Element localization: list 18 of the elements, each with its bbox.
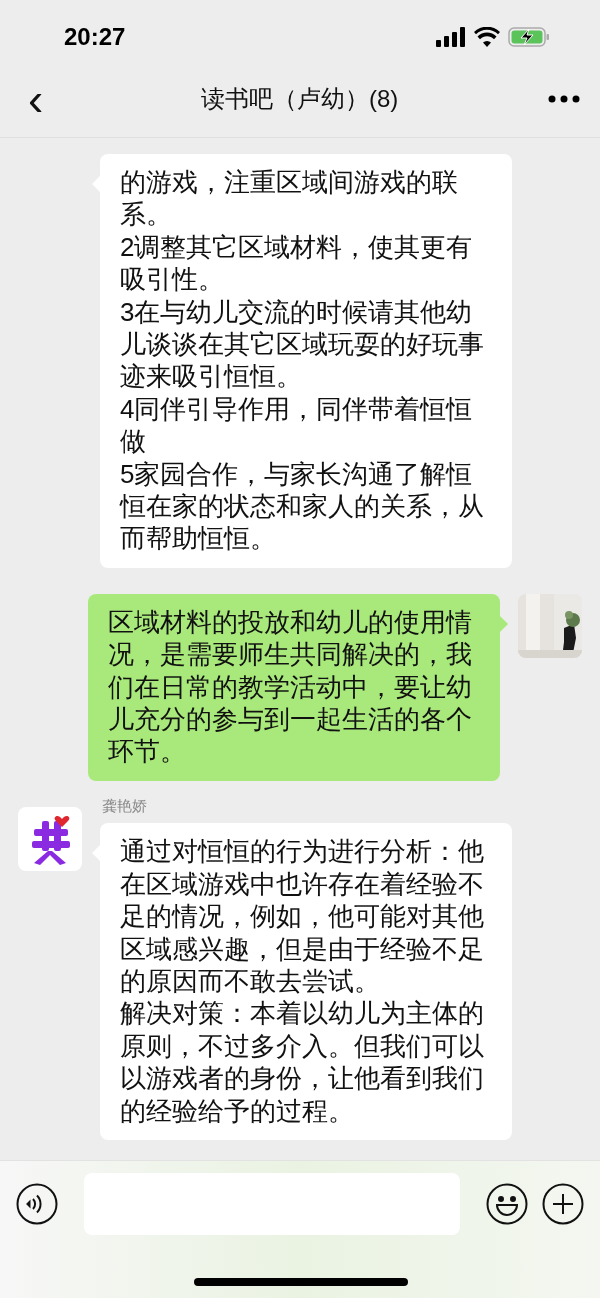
voice-button[interactable] [16, 1183, 58, 1225]
message-text: 5家园合作，与家长沟通了解恒恒在家的状态和家人的关系，从而帮助恒恒。 [120, 457, 485, 555]
wifi-icon [474, 27, 500, 47]
status-time: 20:27 [64, 22, 126, 52]
back-button[interactable]: ‹ [20, 75, 52, 122]
message-text: 3在与幼儿交流的时候请其他幼儿谈谈在其它区域玩耍的好玩事迹来吸引恒恒。 [120, 295, 485, 393]
add-button[interactable] [542, 1183, 584, 1225]
message-text: 4同伴引导作用，同伴带着恒恒做 [120, 392, 474, 458]
message-text: 的游戏，注重区域间游戏的联系。 [120, 165, 459, 231]
message-input[interactable] [84, 1173, 460, 1235]
signal-icon [436, 27, 466, 47]
message-text: 解决对策：本着以幼儿为主体的原则，不过多介入。但我们可以以游戏者的身份，让他看到我们的经验给予的过程。 [120, 997, 485, 1127]
message-text: 2调整其它区域材料，使其更有吸引性。 [120, 230, 474, 296]
message-text: 区域材料的投放和幼儿的使用情况，是需要师生共同解决的，我们在日常的教学活动中，要让幼儿充分的参与到一起生活的各个环节。 [108, 605, 473, 768]
sender-name: 龚艳娇 [102, 795, 148, 816]
message-text: 通过对恒恒的行为进行分析：他在区域游戏中也许存在着经验不足的情况，例如，他可能对其他区域感兴趣，但是由于经验不足的原因而不敢去尝试。 [120, 835, 485, 998]
chat-title: 读书吧（卢幼）(8) [201, 83, 399, 114]
emoji-button[interactable] [486, 1183, 528, 1225]
